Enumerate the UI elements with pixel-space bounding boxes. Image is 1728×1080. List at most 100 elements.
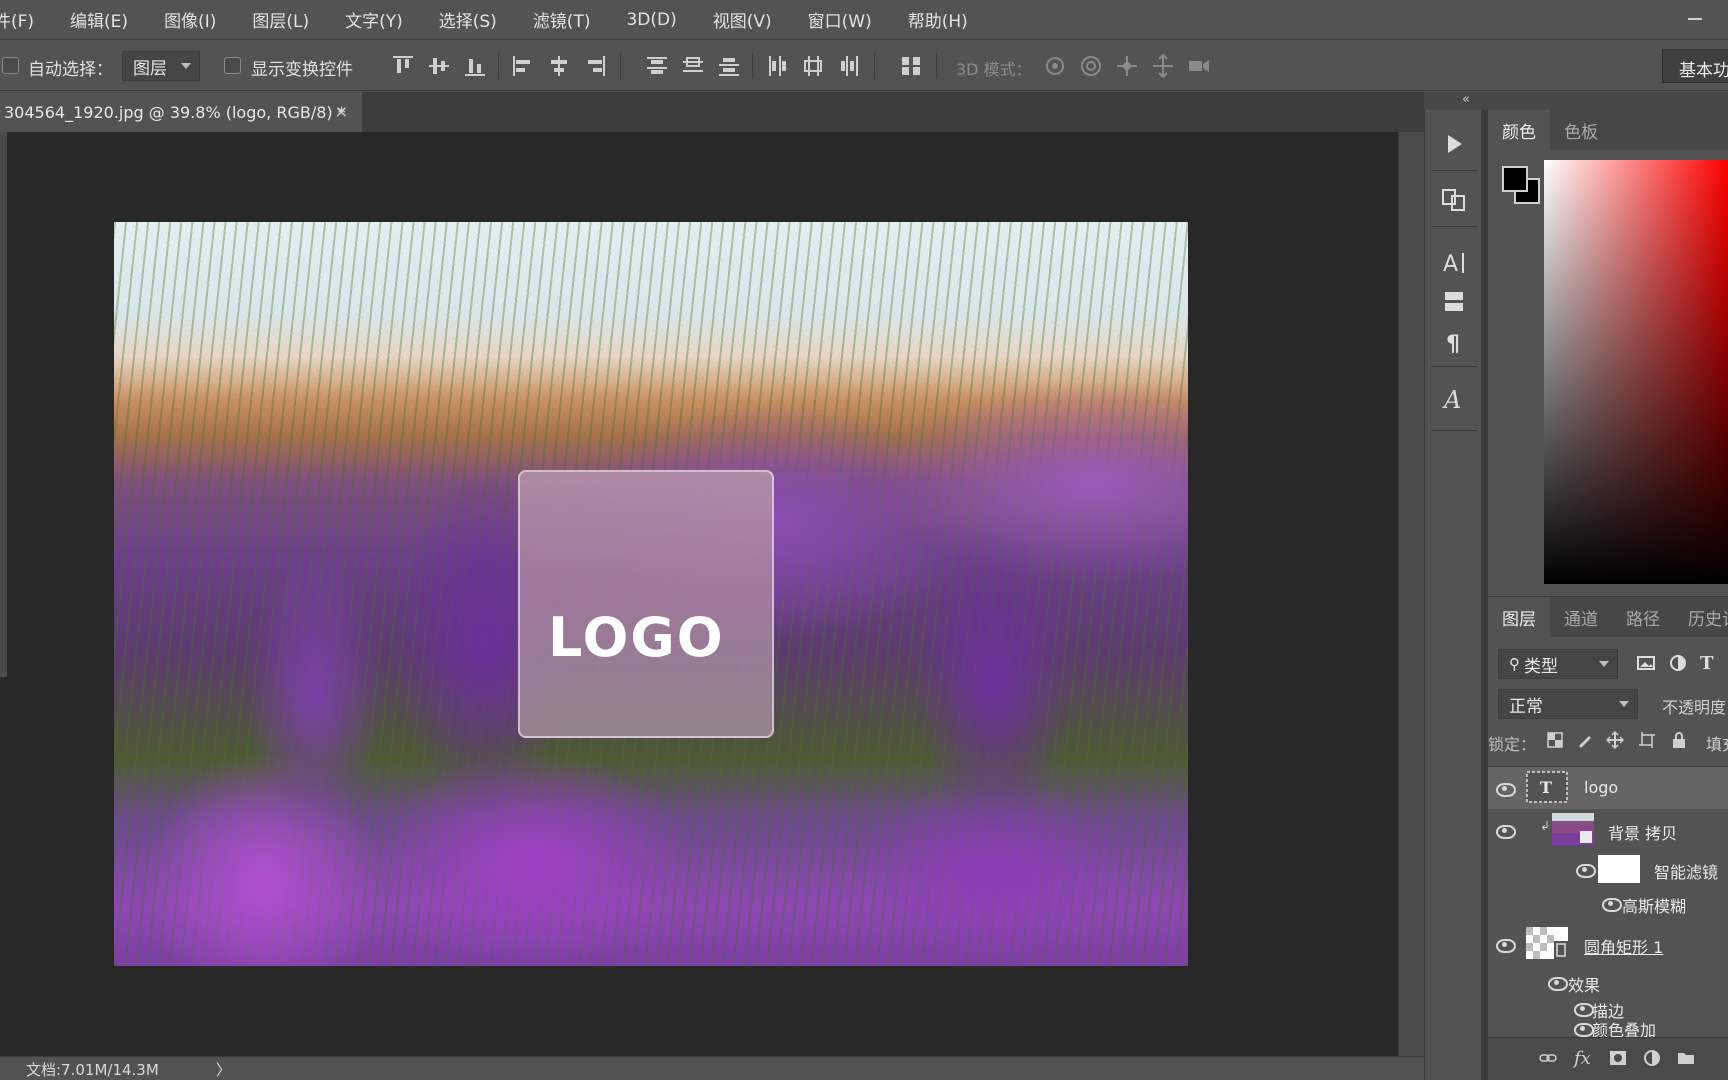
layer-row-background-copy[interactable]: ↲ 背景 拷贝 bbox=[1488, 809, 1728, 851]
menu-image[interactable]: 图像(I) bbox=[143, 7, 231, 32]
visibility-eye-icon[interactable] bbox=[1572, 1001, 1594, 1017]
3d-slide-icon[interactable] bbox=[1150, 53, 1176, 79]
left-toolbar-edge bbox=[0, 132, 7, 677]
auto-select-checkbox[interactable] bbox=[2, 57, 19, 74]
align-left-icon[interactable] bbox=[510, 53, 536, 79]
divider bbox=[1431, 226, 1477, 227]
gaussian-blur-row[interactable]: 高斯模糊 bbox=[1488, 887, 1728, 919]
add-mask-icon[interactable] bbox=[1608, 1048, 1628, 1068]
tab-color[interactable]: 颜色 bbox=[1488, 110, 1550, 150]
visibility-eye-icon[interactable] bbox=[1494, 823, 1516, 839]
document-size: 文档:7.01M/14.3M bbox=[26, 1061, 159, 1079]
visibility-eye-icon[interactable] bbox=[1494, 937, 1516, 953]
distribute-top-icon[interactable] bbox=[644, 53, 670, 79]
align-vcenter-icon[interactable] bbox=[426, 53, 452, 79]
svg-text:¶: ¶ bbox=[1446, 332, 1460, 357]
visibility-eye-icon[interactable] bbox=[1494, 781, 1516, 797]
3d-orbit-icon[interactable] bbox=[1042, 53, 1068, 79]
play-action-icon[interactable] bbox=[1438, 128, 1470, 160]
align-bottom-icon[interactable] bbox=[462, 53, 488, 79]
3d-pan-icon[interactable] bbox=[1114, 53, 1140, 79]
distribute-right-icon[interactable] bbox=[836, 53, 862, 79]
menu-view[interactable]: 视图(V) bbox=[692, 7, 787, 32]
lock-artboard-icon[interactable] bbox=[1638, 731, 1656, 749]
document-tab[interactable]: 304564_1920.jpg @ 39.8% (logo, RGB/8) * … bbox=[0, 92, 362, 132]
align-right-icon[interactable] bbox=[582, 53, 608, 79]
image-filter-icon[interactable] bbox=[1636, 653, 1656, 673]
clone-source-icon[interactable] bbox=[1438, 184, 1470, 216]
color-overlay-effect-row[interactable]: 颜色叠加 bbox=[1488, 1019, 1728, 1040]
lock-label: 锁定： bbox=[1488, 735, 1537, 754]
chevron-down-icon bbox=[1619, 701, 1629, 707]
distribute-left-icon[interactable] bbox=[764, 53, 790, 79]
layer-kind-filter[interactable]: ⚲ 类型 bbox=[1498, 649, 1618, 679]
new-group-icon[interactable] bbox=[1676, 1048, 1696, 1068]
menu-window[interactable]: 窗口(W) bbox=[787, 7, 887, 32]
document-tab-title: 304564_1920.jpg @ 39.8% (logo, RGB/8) * bbox=[4, 103, 346, 122]
layer-row-rounded-rectangle[interactable]: 圆角矩形 1 bbox=[1488, 923, 1728, 965]
visibility-eye-icon[interactable] bbox=[1546, 975, 1568, 991]
effects-row[interactable]: 效果 bbox=[1488, 967, 1728, 995]
status-menu-arrow[interactable]: 〉 bbox=[216, 1059, 231, 1080]
align-top-icon[interactable] bbox=[390, 53, 416, 79]
tab-history[interactable]: 历史记 bbox=[1674, 597, 1728, 637]
3d-mode-label: 3D 模式： bbox=[956, 60, 1032, 79]
color-spectrum[interactable] bbox=[1544, 160, 1728, 584]
show-transform-checkbox[interactable] bbox=[224, 57, 241, 74]
visibility-eye-icon[interactable] bbox=[1600, 896, 1622, 912]
visibility-eye-icon[interactable] bbox=[1572, 1021, 1594, 1037]
fill-label: 填充 bbox=[1706, 735, 1728, 754]
lock-pixels-icon[interactable] bbox=[1576, 731, 1594, 749]
menu-filter[interactable]: 滤镜(T) bbox=[512, 7, 606, 32]
vertical-scrollbar[interactable] bbox=[1398, 132, 1424, 1056]
3d-roll-icon[interactable] bbox=[1078, 53, 1104, 79]
layer-name: 背景 拷贝 bbox=[1608, 824, 1678, 843]
type-filter-icon[interactable]: T bbox=[1700, 653, 1713, 674]
svg-text:T: T bbox=[1540, 778, 1552, 797]
blend-mode-dropdown[interactable]: 正常 bbox=[1498, 689, 1638, 719]
character-panel-icon[interactable]: A bbox=[1438, 246, 1470, 278]
separator bbox=[874, 53, 875, 79]
distribute-bottom-icon[interactable] bbox=[716, 53, 742, 79]
chevron-down-icon bbox=[1599, 661, 1609, 667]
menu-3d[interactable]: 3D(D) bbox=[605, 10, 691, 30]
minimize-icon[interactable] bbox=[1684, 8, 1706, 30]
lock-transparent-icon[interactable] bbox=[1546, 731, 1564, 749]
menu-help[interactable]: 帮助(H) bbox=[887, 7, 983, 32]
tab-swatches[interactable]: 色板 bbox=[1550, 110, 1612, 150]
menu-file[interactable]: 件(F) bbox=[0, 7, 49, 32]
menu-type[interactable]: 文字(Y) bbox=[324, 7, 418, 32]
lock-position-icon[interactable] bbox=[1606, 731, 1624, 749]
workspace-button[interactable]: 基本功 bbox=[1662, 49, 1728, 83]
glyphs-icon[interactable]: A bbox=[1438, 382, 1470, 414]
menu-layer[interactable]: 图层(L) bbox=[231, 7, 324, 32]
adjustment-layer-icon[interactable] bbox=[1642, 1048, 1662, 1068]
tab-channels[interactable]: 通道 bbox=[1550, 597, 1612, 637]
frosted-logo-box[interactable] bbox=[518, 470, 774, 738]
distribute-vcenter-icon[interactable] bbox=[680, 53, 706, 79]
visibility-eye-icon[interactable] bbox=[1574, 862, 1596, 878]
tab-layers[interactable]: 图层 bbox=[1488, 597, 1550, 637]
foreground-color-swatch[interactable] bbox=[1502, 166, 1528, 192]
align-hcenter-icon[interactable] bbox=[546, 53, 572, 79]
menu-edit[interactable]: 编辑(E) bbox=[49, 7, 143, 32]
close-icon[interactable]: × bbox=[335, 102, 348, 121]
paragraph-icon[interactable]: ¶ bbox=[1438, 326, 1470, 358]
logo-text[interactable]: LOGO bbox=[548, 606, 725, 669]
adjustment-filter-icon[interactable] bbox=[1668, 653, 1688, 673]
auto-select-label: 自动选择： bbox=[28, 60, 113, 80]
layer-row-logo[interactable]: T logo bbox=[1488, 767, 1728, 809]
collapse-panels-icon[interactable]: « bbox=[1462, 92, 1470, 107]
auto-align-icon[interactable] bbox=[898, 53, 924, 79]
lock-all-icon[interactable] bbox=[1670, 731, 1688, 749]
smart-filters-row[interactable]: 智能滤镜 bbox=[1488, 851, 1728, 887]
menu-select[interactable]: 选择(S) bbox=[418, 7, 512, 32]
auto-select-dropdown[interactable]: 图层 bbox=[122, 51, 200, 81]
distribute-hcenter-icon[interactable] bbox=[800, 53, 826, 79]
link-layers-icon[interactable] bbox=[1538, 1048, 1558, 1068]
fx-icon[interactable]: fx bbox=[1574, 1048, 1591, 1069]
tab-paths[interactable]: 路径 bbox=[1612, 597, 1674, 637]
character-styles-icon[interactable] bbox=[1438, 286, 1470, 318]
layers-panel: 图层 通道 路径 历史记 ⚲ 类型 T 正常 不透明度 锁定： 填充 T log… bbox=[1488, 596, 1728, 1080]
3d-camera-icon[interactable] bbox=[1186, 53, 1212, 79]
